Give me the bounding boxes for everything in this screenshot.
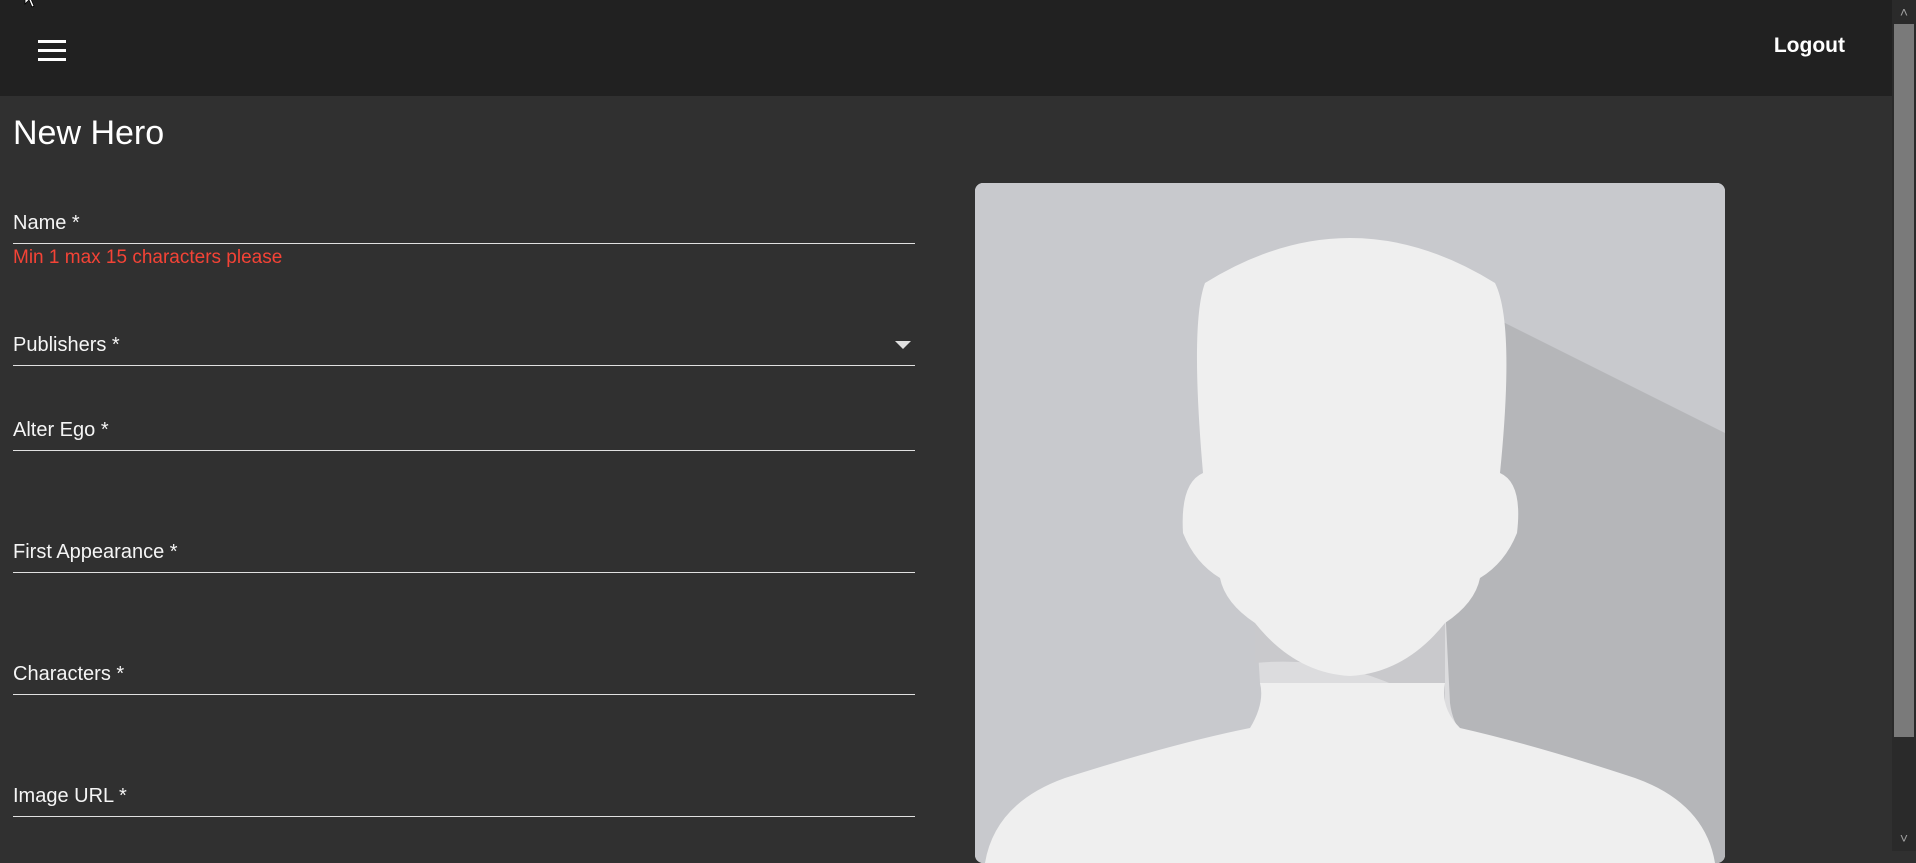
- first-appearance-field-label: First Appearance *: [13, 541, 178, 563]
- name-field-label: Name *: [13, 212, 80, 234]
- page-title: New Hero: [13, 114, 165, 152]
- image-url-field[interactable]: Image URL *: [13, 776, 915, 817]
- alter-ego-field-label: Alter Ego *: [13, 419, 109, 441]
- avatar-silhouette-icon: [975, 183, 1725, 863]
- hamburger-menu-icon[interactable]: [30, 32, 74, 68]
- name-field[interactable]: Name *: [13, 203, 915, 244]
- top-toolbar: Logout: [0, 0, 1892, 96]
- alter-ego-field[interactable]: Alter Ego *: [13, 410, 915, 451]
- first-appearance-field[interactable]: First Appearance *: [13, 532, 915, 573]
- scrollbar-thumb[interactable]: [1894, 24, 1914, 737]
- scroll-up-icon[interactable]: ˄: [1896, 4, 1912, 20]
- mouse-pointer-icon: [24, 0, 35, 8]
- vertical-scrollbar[interactable]: ˄ ˅: [1892, 0, 1916, 851]
- characters-field-label: Characters *: [13, 663, 125, 685]
- publishers-select[interactable]: Publishers *: [13, 325, 915, 366]
- hero-image-placeholder: [975, 183, 1725, 863]
- publishers-select-label: Publishers *: [13, 334, 120, 356]
- name-error-message: Min 1 max 15 characters please: [13, 247, 283, 268]
- scroll-down-icon[interactable]: ˅: [1896, 830, 1912, 846]
- logout-button[interactable]: Logout: [1774, 34, 1845, 58]
- characters-field[interactable]: Characters *: [13, 654, 915, 695]
- image-url-field-label: Image URL *: [13, 785, 127, 807]
- chevron-down-icon: [895, 341, 911, 349]
